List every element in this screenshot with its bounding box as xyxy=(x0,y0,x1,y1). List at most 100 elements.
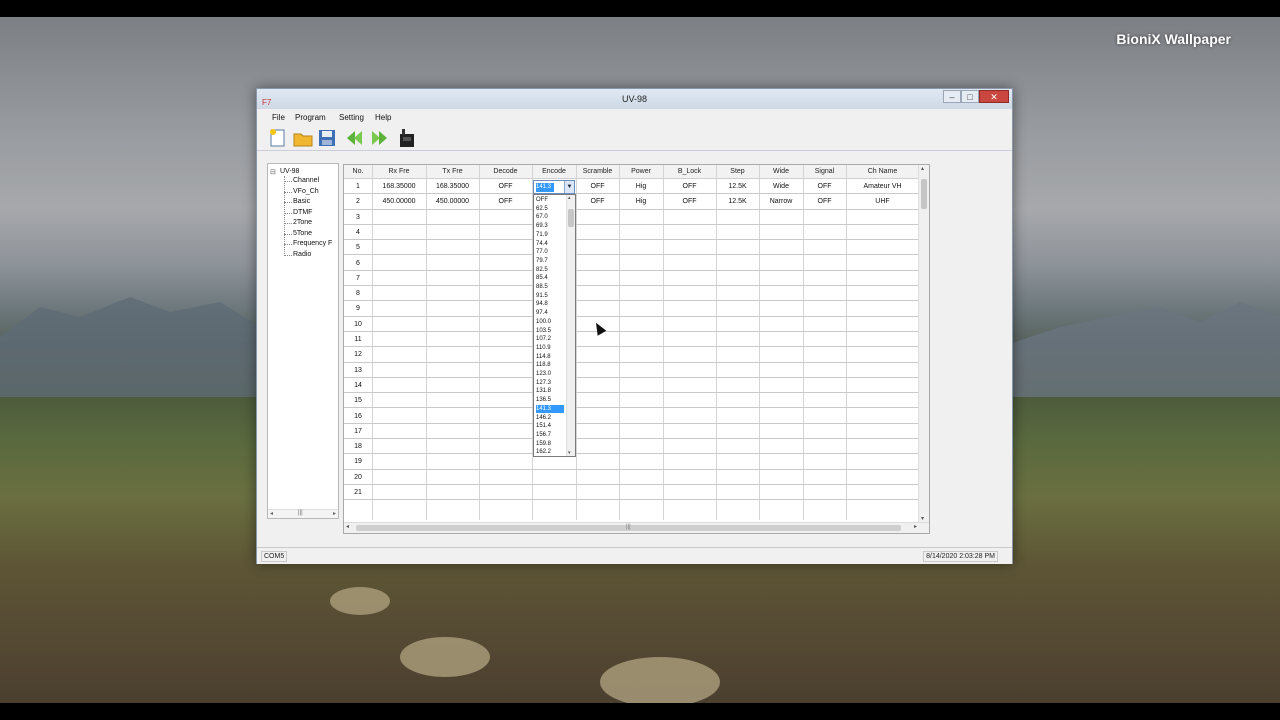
minimize-button[interactable]: – xyxy=(943,90,961,103)
tree-item-basic[interactable]: Basic xyxy=(293,198,310,205)
dropdown-option[interactable]: 114.8 xyxy=(536,353,564,362)
table-row[interactable]: 16 xyxy=(344,409,919,424)
dropdown-option[interactable]: 71.9 xyxy=(536,231,564,240)
dropdown-option[interactable]: 123.0 xyxy=(536,370,564,379)
table-cell[interactable]: 9 xyxy=(344,301,372,316)
table-cell[interactable]: 12.5K xyxy=(716,179,759,194)
scroll-right-icon[interactable]: ▸ xyxy=(333,510,336,517)
table-row[interactable]: 21 xyxy=(344,485,919,501)
dropdown-option[interactable]: 74.4 xyxy=(536,240,564,249)
tree-root-uv98[interactable]: UV-98 xyxy=(280,168,299,175)
table-row[interactable]: 13 xyxy=(344,363,919,378)
dropdown-option[interactable]: 127.3 xyxy=(536,379,564,388)
close-button[interactable]: ✕ xyxy=(979,90,1009,103)
table-cell[interactable]: 21 xyxy=(344,485,372,500)
dropdown-option[interactable]: 82.5 xyxy=(536,266,564,275)
table-cell[interactable]: 4 xyxy=(344,225,372,240)
encode-combobox[interactable]: 141.3 ▼ xyxy=(533,180,575,194)
write-forward-icon[interactable] xyxy=(369,127,391,149)
menu-help[interactable]: Help xyxy=(375,113,391,122)
dropdown-option[interactable]: 162.2 xyxy=(536,448,564,456)
table-cell[interactable]: OFF xyxy=(576,179,619,194)
tree-item-2tone[interactable]: 2Tone xyxy=(293,219,312,226)
dropdown-option[interactable]: 107.2 xyxy=(536,335,564,344)
read-back-icon[interactable] xyxy=(343,127,365,149)
table-cell[interactable]: OFF xyxy=(663,179,716,194)
tree-item-vfo-ch[interactable]: VFo_Ch xyxy=(293,188,319,195)
table-cell[interactable]: 15 xyxy=(344,393,372,408)
column-header[interactable]: Signal xyxy=(803,165,846,179)
save-icon[interactable] xyxy=(316,127,338,149)
dropdown-option[interactable]: 159.8 xyxy=(536,440,564,449)
menu-file[interactable]: File xyxy=(272,113,285,122)
scroll-up-icon[interactable]: ▴ xyxy=(921,165,924,172)
column-header[interactable]: B_Lock xyxy=(663,165,716,179)
dropdown-option[interactable]: 100.0 xyxy=(536,318,564,327)
tree-item-channel[interactable]: Channel xyxy=(293,177,319,184)
table-row[interactable]: 8 xyxy=(344,286,919,302)
tree-horizontal-scrollbar[interactable]: ◂ ||| ▸ xyxy=(268,509,338,518)
open-folder-icon[interactable] xyxy=(292,127,314,149)
radio-device-icon[interactable] xyxy=(396,127,418,149)
tree-item-dtmf[interactable]: DTMF xyxy=(293,209,312,216)
dropdown-option[interactable]: OFF xyxy=(536,196,564,205)
scroll-down-icon[interactable]: ▾ xyxy=(921,515,924,522)
table-cell[interactable]: Hig xyxy=(619,194,663,209)
dropdown-option[interactable]: 79.7 xyxy=(536,257,564,266)
menu-setting[interactable]: Setting xyxy=(339,113,364,122)
dropdown-option[interactable]: 91.5 xyxy=(536,292,564,301)
grid-horizontal-scrollbar[interactable]: ◂ ||| ▸ xyxy=(344,522,929,533)
table-cell[interactable]: 450.00000 xyxy=(372,194,426,209)
column-header[interactable]: No. xyxy=(344,165,372,179)
dropdown-option[interactable]: 103.5 xyxy=(536,327,564,336)
table-row[interactable]: 10 xyxy=(344,317,919,332)
column-header[interactable]: Decode xyxy=(479,165,532,179)
grid-vertical-scrollbar[interactable]: ▴ ▾ xyxy=(918,165,929,522)
column-header[interactable]: Encode xyxy=(532,165,576,179)
column-header[interactable]: Rx Fre xyxy=(372,165,426,179)
table-row[interactable]: 4 xyxy=(344,225,919,241)
scroll-left-icon[interactable]: ◂ xyxy=(346,523,349,530)
table-cell[interactable]: 2 xyxy=(344,194,372,209)
table-row[interactable]: 15 xyxy=(344,393,919,409)
tree-item-frequency[interactable]: Frequency F xyxy=(293,240,332,247)
table-cell[interactable]: 5 xyxy=(344,240,372,255)
dropdown-option[interactable]: 67.0 xyxy=(536,213,564,222)
tree-item-radio[interactable]: Radio xyxy=(293,251,311,258)
table-cell[interactable]: 16 xyxy=(344,409,372,424)
table-cell[interactable]: 12 xyxy=(344,347,372,362)
dropdown-scrollbar[interactable]: ▴ ▾ xyxy=(566,195,575,456)
table-cell[interactable]: 14 xyxy=(344,378,372,393)
scroll-right-icon[interactable]: ▸ xyxy=(914,523,917,530)
dropdown-option[interactable]: 62.5 xyxy=(536,205,564,214)
table-row[interactable]: 9 xyxy=(344,301,919,317)
dropdown-option[interactable]: 131.8 xyxy=(536,387,564,396)
table-row[interactable]: 3 xyxy=(344,210,919,225)
table-cell[interactable]: OFF xyxy=(803,194,846,209)
dropdown-option[interactable]: 156.7 xyxy=(536,431,564,440)
maximize-button[interactable]: □ xyxy=(961,90,979,103)
table-cell[interactable]: 13 xyxy=(344,363,372,378)
dropdown-option[interactable]: 94.8 xyxy=(536,300,564,309)
dropdown-option[interactable]: 69.3 xyxy=(536,222,564,231)
encode-dropdown-list[interactable]: OFF 62.5 67.0 69.3 71.9 74.4 77.0 79.7 82.5 85.4 8… xyxy=(533,194,576,457)
column-header[interactable]: Power xyxy=(619,165,663,179)
table-cell[interactable]: OFF xyxy=(479,194,532,209)
dropdown-option[interactable]: 146.2 xyxy=(536,414,564,423)
table-cell[interactable]: 8 xyxy=(344,286,372,301)
table-row[interactable]: 20 xyxy=(344,470,919,485)
table-cell[interactable]: OFF xyxy=(803,179,846,194)
menu-program[interactable]: Program xyxy=(295,113,326,122)
new-file-icon[interactable] xyxy=(267,127,289,149)
dropdown-option[interactable]: 88.5 xyxy=(536,283,564,292)
table-cell[interactable]: 7 xyxy=(344,271,372,286)
table-row[interactable]: 7 xyxy=(344,271,919,287)
scroll-down-icon[interactable]: ▾ xyxy=(568,450,571,456)
table-cell[interactable]: OFF xyxy=(479,179,532,194)
dropdown-scroll-thumb[interactable] xyxy=(568,209,574,227)
column-header[interactable]: Wide xyxy=(759,165,803,179)
column-header[interactable]: Tx Fre xyxy=(426,165,479,179)
chevron-down-icon[interactable]: ▼ xyxy=(564,181,574,193)
tree-collapse-icon[interactable]: ⊟ xyxy=(270,168,276,176)
table-row[interactable]: 18 xyxy=(344,439,919,455)
